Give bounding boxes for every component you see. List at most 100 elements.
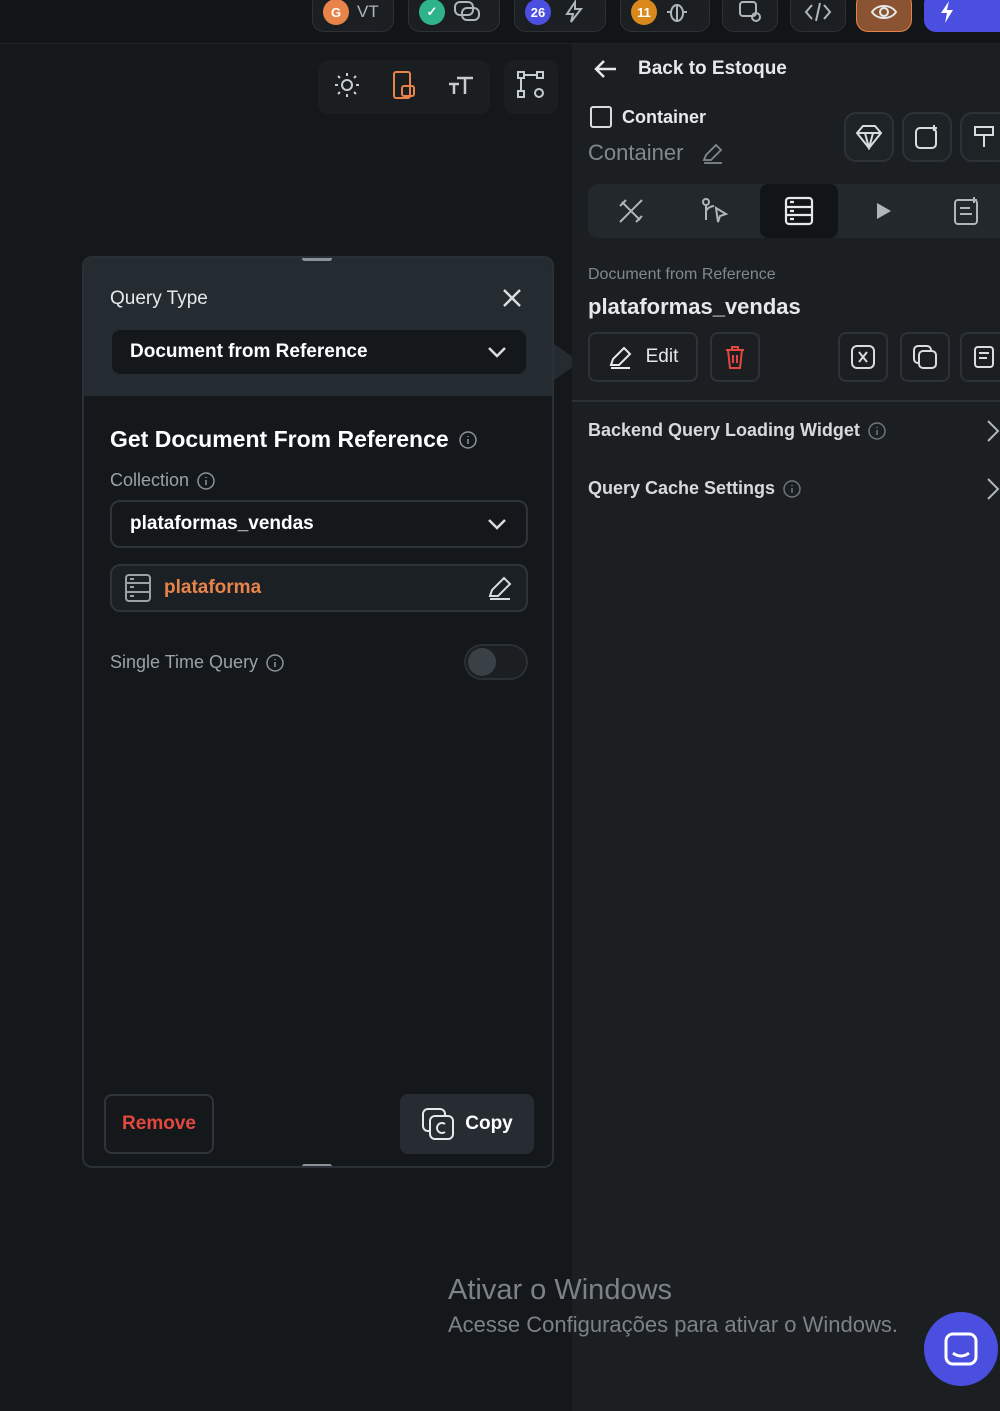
close-icon[interactable] [500, 286, 524, 310]
collection-select[interactable]: plataformas_vendas [110, 500, 528, 548]
info-icon[interactable] [197, 471, 215, 490]
query-panel: Query Type Document from Reference Get D… [82, 256, 554, 1168]
row-label: Query Cache Settings [588, 478, 776, 498]
edit-pencil-icon[interactable] [486, 574, 514, 602]
collection-label-text: Collection [110, 470, 190, 490]
widget-type-label: Container [622, 106, 707, 127]
arrow-left-icon [594, 60, 616, 78]
chevron-down-icon [488, 519, 506, 530]
top-toolbar: G VT ✓ 26 11 [0, 0, 1000, 44]
support-chat-button[interactable] [924, 1312, 998, 1386]
query-kind-label: Document from Reference [588, 266, 776, 283]
info-icon[interactable] [783, 479, 801, 498]
debug-pill[interactable]: 11 [620, 0, 710, 32]
text-size-icon[interactable] [447, 72, 475, 103]
bug-icon [665, 0, 689, 24]
section-title: Get Document From Reference [110, 426, 477, 453]
query-type-label: Query Type [110, 288, 208, 309]
ai-generate-button[interactable] [902, 112, 952, 162]
ai-image-icon [915, 125, 937, 149]
widget-type[interactable]: Container [590, 106, 706, 128]
user-pill[interactable]: G VT [312, 0, 394, 32]
divider [572, 400, 1000, 402]
activation-watermark-title: Ativar o Windows [448, 1274, 673, 1306]
reference-value: plataforma [164, 577, 262, 598]
check-icon: ✓ [419, 0, 445, 25]
preview-button[interactable] [856, 0, 912, 32]
copy-icon [913, 345, 937, 369]
rename-pencil-icon[interactable] [701, 141, 725, 165]
activation-watermark-subtitle: Acesse Configurações para ativar o Windo… [448, 1312, 898, 1337]
top-drag-handle[interactable] [302, 258, 332, 261]
flow-settings-button[interactable] [504, 60, 558, 114]
backend-query-loading-widget-row[interactable]: Backend Query Loading Widget [588, 419, 1000, 442]
collection-value: plataformas_vendas [130, 513, 314, 534]
trash-icon [726, 346, 744, 369]
back-label: Back to Estoque [638, 58, 787, 79]
tab-animations[interactable] [844, 184, 922, 238]
single-time-query-toggle[interactable] [464, 644, 528, 680]
copy-query-button[interactable] [900, 332, 950, 382]
chevron-right-icon [987, 419, 1000, 442]
chat-icon [944, 1332, 978, 1366]
single-time-query-label: Single Time Query [110, 652, 284, 673]
remove-button[interactable]: Remove [104, 1094, 214, 1154]
function-x-icon [851, 345, 875, 369]
database-icon [125, 574, 151, 602]
delete-query-button[interactable] [710, 332, 760, 382]
copy-icon [422, 1108, 455, 1140]
query-type-select[interactable]: Document from Reference [112, 330, 526, 374]
query-cache-settings-row[interactable]: Query Cache Settings [588, 477, 1000, 500]
bug-count-badge: 11 [631, 0, 657, 25]
code-button[interactable] [790, 0, 846, 32]
info-icon[interactable] [266, 653, 284, 672]
user-initials: VT [357, 2, 379, 21]
copy-label: Copy [465, 1113, 513, 1134]
bolt-icon [935, 0, 959, 24]
bottom-drag-handle[interactable] [302, 1164, 332, 1166]
chevron-right-icon [987, 477, 1000, 500]
query-type-header: Query Type Document from Reference [84, 258, 552, 396]
collection-label: Collection [110, 470, 215, 491]
paste-icon [974, 346, 994, 368]
run-button[interactable] [924, 0, 1000, 32]
single-time-query-text: Single Time Query [110, 652, 259, 672]
variable-button[interactable] [838, 332, 888, 382]
tab-actions[interactable] [676, 184, 754, 238]
chat-bubbles-icon [453, 0, 481, 24]
query-collection-name: plataformas_vendas [588, 294, 801, 319]
play-icon [877, 203, 891, 219]
device-icon[interactable] [390, 70, 418, 105]
grammarly-icon: G [323, 0, 349, 25]
toggle-knob [468, 648, 496, 676]
ai-count-badge: 26 [525, 0, 551, 25]
widget-name-label: Container [588, 140, 684, 165]
diamond-button[interactable] [844, 112, 894, 162]
edit-label: Edit [645, 346, 679, 367]
share-button[interactable] [722, 0, 778, 32]
tab-properties[interactable] [592, 184, 670, 238]
paint-icon [974, 126, 994, 147]
lightning-icon [559, 0, 587, 24]
back-link[interactable]: Back to Estoque [592, 58, 787, 80]
copy-button[interactable]: Copy [400, 1094, 534, 1154]
status-pill[interactable]: ✓ [408, 0, 500, 32]
eye-icon [870, 2, 898, 22]
info-icon[interactable] [458, 430, 477, 449]
widget-checkbox[interactable] [590, 106, 612, 128]
paste-query-button[interactable] [960, 332, 1000, 382]
document-reference-field[interactable]: plataforma [110, 564, 528, 612]
ai-pill[interactable]: 26 [514, 0, 606, 32]
share-icon [737, 0, 763, 24]
tab-backend-query[interactable] [760, 184, 838, 238]
theme-button[interactable] [960, 112, 1000, 162]
tools-icon [619, 199, 643, 223]
tab-documentation[interactable] [928, 184, 1000, 238]
query-type-value: Document from Reference [130, 341, 368, 362]
edit-pencil-icon [609, 346, 632, 369]
edit-query-button[interactable]: Edit [588, 332, 698, 382]
section-title-text: Get Document From Reference [110, 426, 449, 452]
diamond-icon [855, 125, 883, 150]
sun-icon[interactable] [333, 71, 361, 104]
info-icon[interactable] [868, 421, 886, 440]
